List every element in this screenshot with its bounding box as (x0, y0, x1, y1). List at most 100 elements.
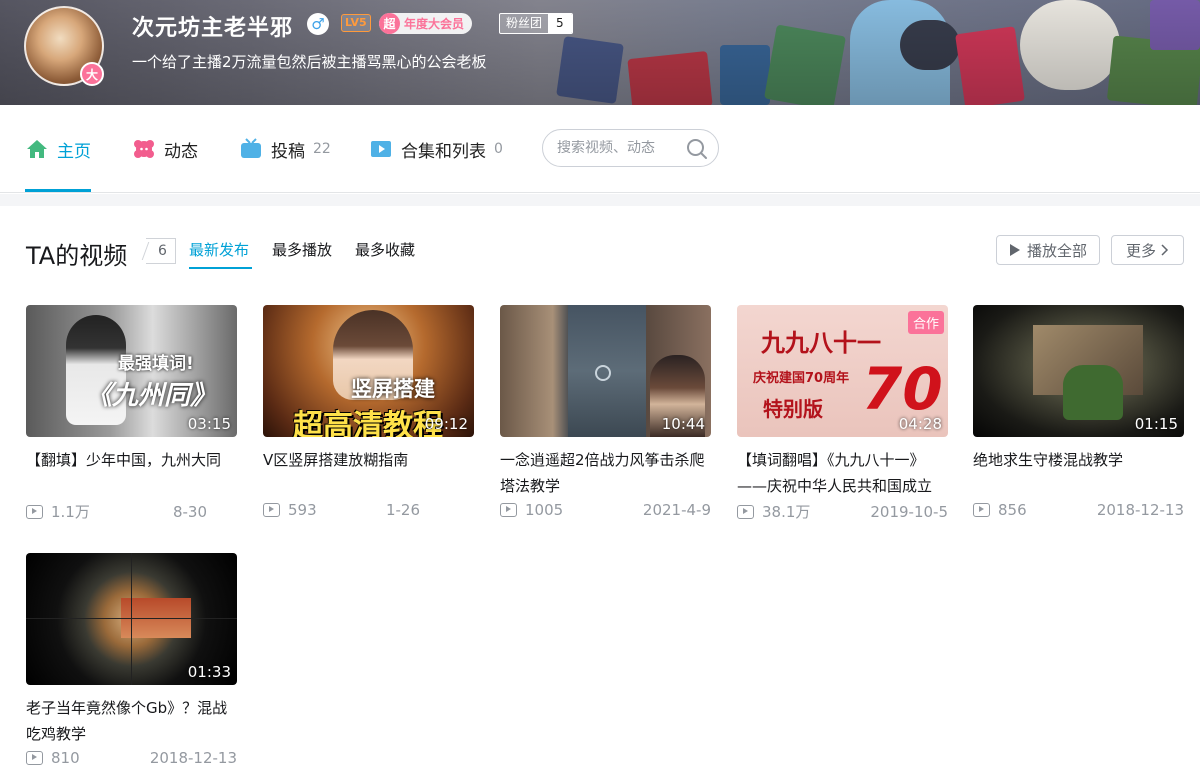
play-count-icon (500, 503, 517, 517)
chevron-right-icon (1161, 244, 1169, 256)
publish-date: 2018-12-13 (1096, 501, 1184, 519)
video-card[interactable]: 01:15 绝地求生守楼混战教学 856 2018-12-13 (973, 305, 1184, 519)
thumbnail-text: 超高清教程 (293, 409, 443, 437)
play-count-icon (263, 503, 280, 517)
video-thumbnail[interactable]: 01:15 (973, 305, 1184, 437)
thumbnail-text: 竖屏搭建 (351, 377, 435, 401)
more-button[interactable]: 更多 (1111, 235, 1184, 265)
thumbnail-text: 《九州同》 (86, 381, 217, 411)
video-count-badge: 6 (146, 238, 176, 264)
publish-date: 8-30 (172, 502, 207, 521)
play-count: 593 (288, 501, 317, 519)
video-title[interactable]: V区竖屏搭建放糊指南 (263, 447, 474, 499)
video-duration: 09:12 (424, 415, 468, 433)
play-all-button[interactable]: 播放全部 (996, 235, 1100, 265)
play-count-icon (26, 751, 43, 765)
publish-date: 2018-12-13 (149, 749, 237, 767)
video-card[interactable]: 竖屏搭建 超高清教程 09:12 V区竖屏搭建放糊指南 593 1-26 (263, 305, 474, 519)
video-meta: 1.1万 8-30 (26, 501, 237, 522)
video-duration: 01:33 (187, 663, 231, 681)
tab-collections-label: 合集和列表 (401, 141, 486, 162)
more-label: 更多 (1125, 241, 1156, 260)
video-meta: 810 2018-12-13 (26, 749, 237, 767)
video-meta: 1005 2021-4-9 (500, 501, 711, 519)
home-icon (26, 138, 48, 160)
play-count: 810 (51, 749, 80, 767)
play-count: 38.1万 (762, 503, 811, 521)
video-meta: 38.1万 2019-10-5 (737, 501, 948, 522)
tab-uploads[interactable]: 投稿 22 (240, 105, 331, 193)
thumbnail-text: 70 (862, 355, 943, 423)
section-title: TA的视频 (26, 242, 128, 270)
tab-collections[interactable]: 合集和列表 0 (370, 105, 503, 193)
thumbnail-text: 特别版 (763, 397, 823, 421)
play-count: 1.1万 (51, 503, 90, 521)
video-title[interactable]: 【翻填】少年中国，九州大同 (26, 447, 237, 499)
fan-club-count: 5 (548, 14, 572, 33)
publish-date: 2019-10-5 (870, 502, 948, 521)
video-duration: 01:15 (1134, 415, 1178, 433)
fan-club-badge[interactable]: 粉丝团 5 (499, 13, 573, 34)
thumbnail-figure (1063, 365, 1123, 420)
dynamic-icon (133, 138, 155, 160)
play-count-icon (26, 504, 43, 519)
level-badge[interactable]: LV5 (341, 14, 371, 32)
video-meta: 593 1-26 (263, 501, 474, 519)
avatar-badge: 大 (80, 62, 104, 86)
video-card[interactable]: 九九八十一 庆祝建国70周年 特别版 70 合作 04:28 【填词翻唱】《九九… (737, 305, 948, 522)
video-card[interactable]: 最强填词! 《九州同》 03:15 【翻填】少年中国，九州大同 1.1万 8-3… (26, 305, 237, 522)
sort-tab-indicator (189, 267, 252, 269)
tv-icon (240, 138, 262, 160)
search-input[interactable] (557, 140, 682, 156)
video-thumbnail[interactable]: 九九八十一 庆祝建国70周年 特别版 70 合作 04:28 (737, 305, 948, 437)
video-card[interactable]: 01:33 老子当年竟然像个Gb》？混战吃鸡教学 810 2018-12-13 (26, 553, 237, 767)
tab-most-favorited[interactable]: 最多收藏 (355, 239, 415, 260)
play-count: 856 (998, 501, 1027, 519)
video-title[interactable]: 【填词翻唱】《九九八十一》——庆祝中华人民共和国成立 (737, 447, 948, 499)
vip-badge[interactable]: 超 年度大会员 (379, 13, 473, 34)
fan-club-label: 粉丝团 (500, 14, 549, 33)
scope-crosshair (131, 553, 132, 685)
video-title[interactable]: 绝地求生守楼混战教学 (973, 447, 1184, 499)
tab-most-played[interactable]: 最多播放 (272, 239, 332, 260)
video-title[interactable]: 一念逍遥超2倍战力风筝击杀爬塔法教学 (500, 447, 711, 499)
publish-date: 1-26 (385, 501, 420, 519)
video-card[interactable]: 10:44 一念逍遥超2倍战力风筝击杀爬塔法教学 1005 2021-4-9 (500, 305, 711, 519)
video-thumbnail[interactable]: 竖屏搭建 超高清教程 09:12 (263, 305, 474, 437)
video-duration: 04:28 (898, 415, 942, 433)
tab-dynamic[interactable]: 动态 (133, 105, 198, 193)
thumbnail-text: 庆祝建国70周年 (753, 371, 850, 386)
tab-home-label: 主页 (57, 141, 91, 162)
section-divider (0, 194, 1200, 206)
video-thumbnail[interactable]: 最强填词! 《九州同》 03:15 (26, 305, 237, 437)
username: 次元坊主老半邪 (132, 16, 294, 41)
vip-label: 年度大会员 (404, 17, 465, 31)
play-count: 1005 (525, 501, 564, 519)
thumbnail-text: 九九八十一 (761, 328, 881, 357)
video-thumbnail[interactable]: 10:44 (500, 305, 711, 437)
play-all-label: 播放全部 (1026, 241, 1087, 260)
video-title[interactable]: 老子当年竟然像个Gb》？混战吃鸡教学 (26, 695, 237, 747)
playlist-icon (370, 138, 392, 160)
collab-badge: 合作 (907, 311, 944, 334)
tab-collections-count: 0 (494, 141, 503, 157)
search-icon[interactable] (686, 138, 708, 164)
video-thumbnail[interactable]: 01:33 (26, 553, 237, 685)
tab-latest[interactable]: 最新发布 (189, 239, 249, 260)
play-icon (1009, 243, 1021, 257)
search-box[interactable] (542, 129, 719, 167)
male-icon: ♂ (307, 13, 329, 35)
video-duration: 03:15 (187, 415, 231, 433)
profile-banner: 大 次元坊主老半邪 ♂ LV5 超 年度大会员 粉丝团 5 一个给了主播2万流量… (0, 0, 1200, 105)
tab-home[interactable]: 主页 (26, 105, 91, 193)
play-count-icon (973, 503, 990, 517)
tab-uploads-count: 22 (313, 141, 331, 157)
play-count-icon (737, 504, 754, 519)
video-duration: 10:44 (661, 415, 705, 433)
video-meta: 856 2018-12-13 (973, 501, 1184, 519)
tab-uploads-label: 投稿 (271, 141, 305, 162)
thumbnail-text: 最强填词! (118, 354, 194, 374)
user-signature: 一个给了主播2万流量包然后被主播骂黑心的公会老板 (132, 53, 487, 71)
publish-date: 2021-4-9 (642, 501, 711, 519)
thumbnail-game-icon (595, 365, 611, 381)
